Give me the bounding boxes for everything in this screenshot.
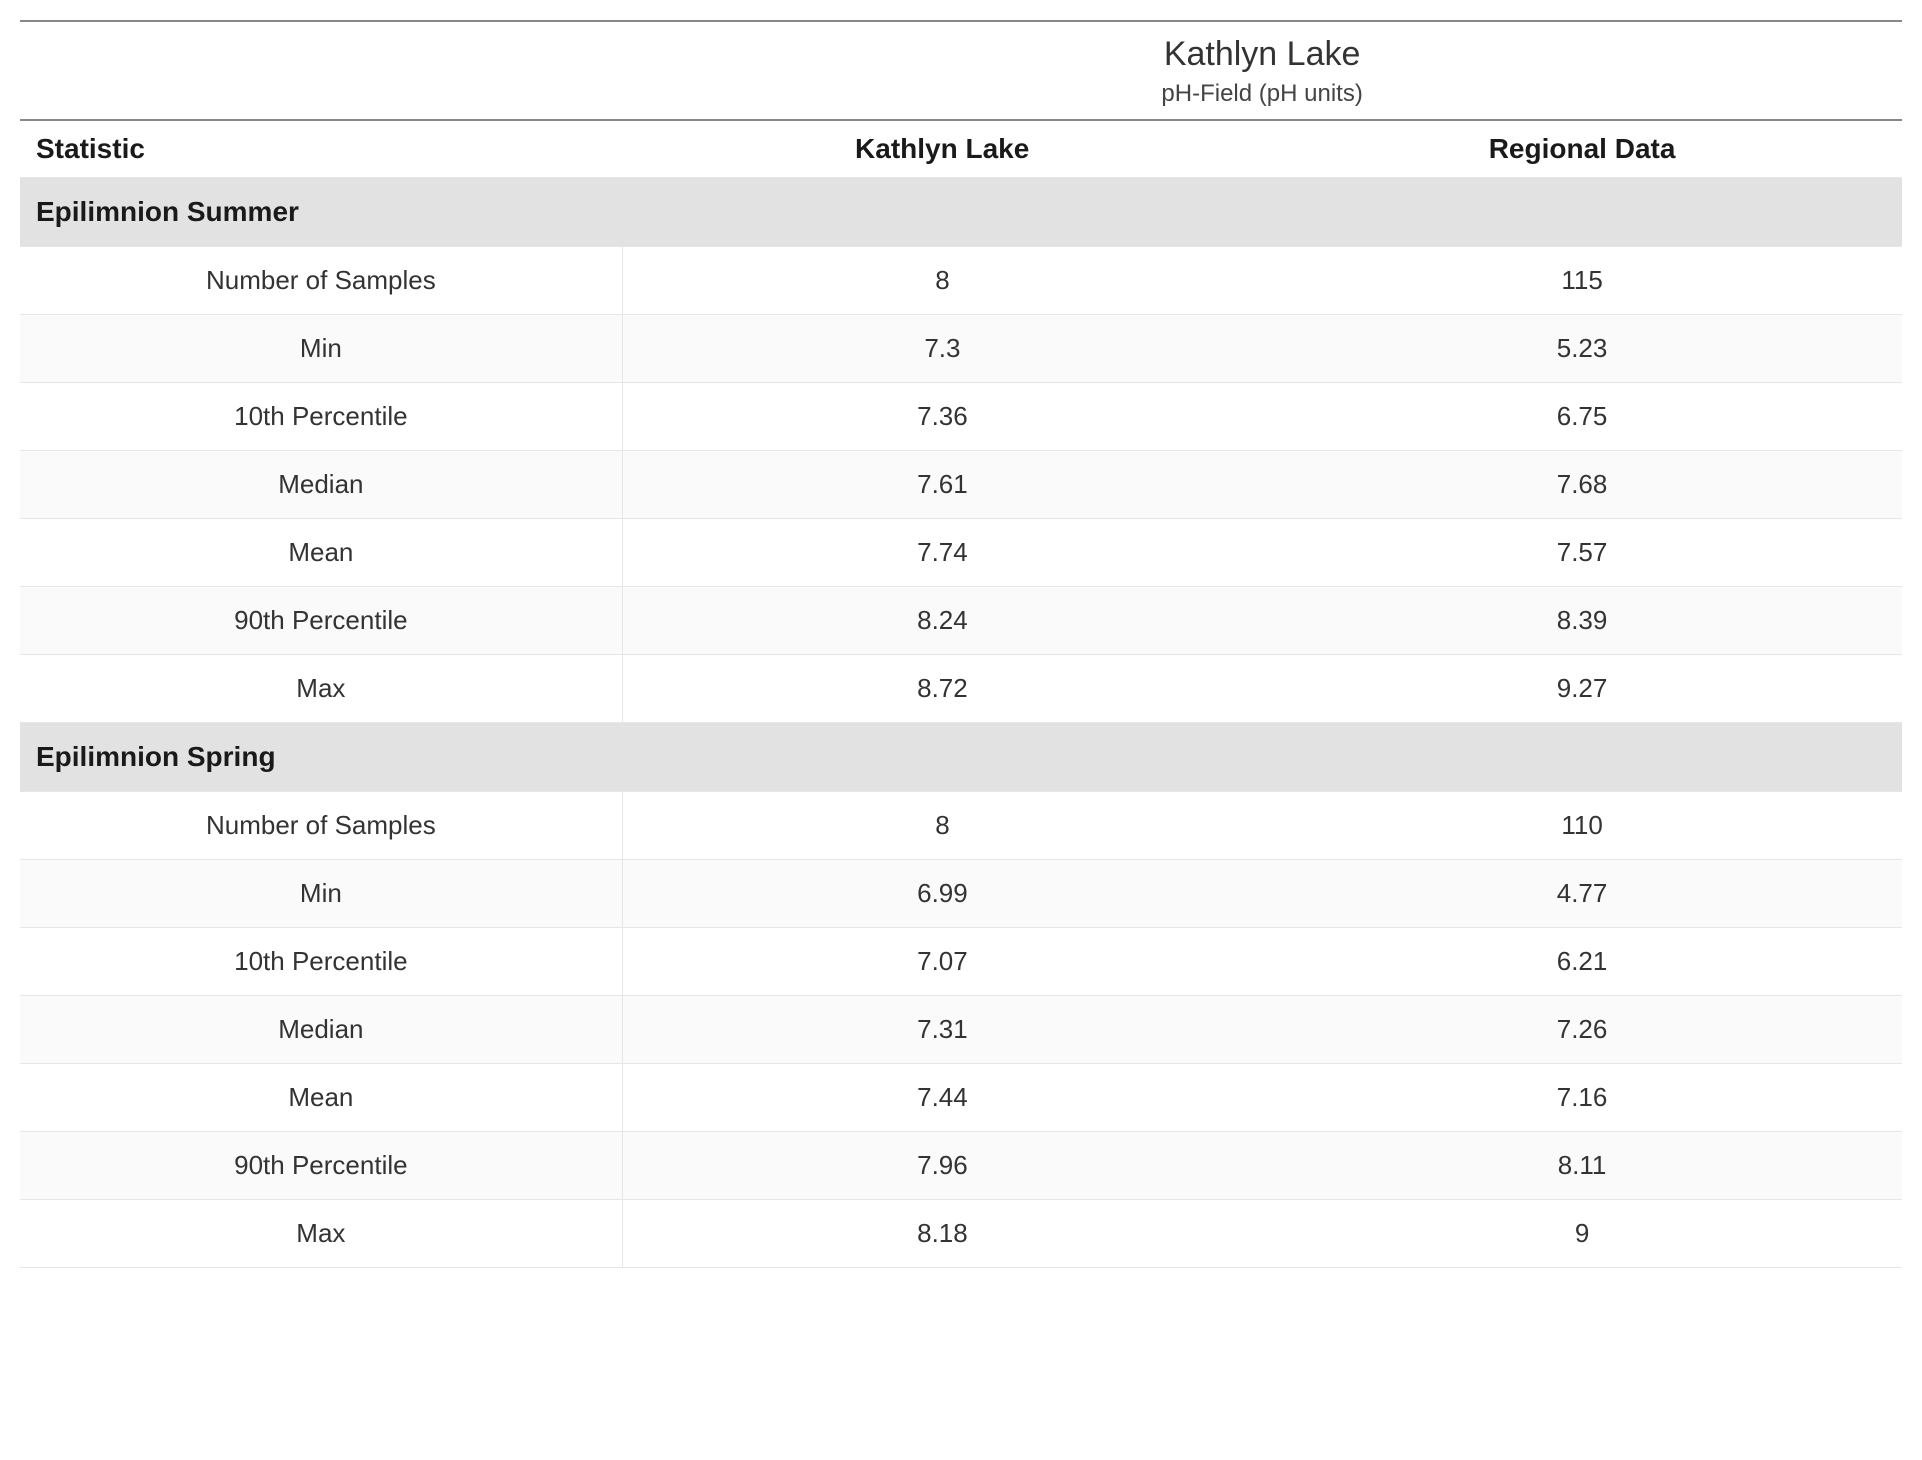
lake-value: 8.72 (622, 655, 1262, 723)
regional-value: 5.23 (1262, 315, 1902, 383)
table-row: Median7.317.26 (20, 996, 1902, 1064)
table-row: Mean7.747.57 (20, 519, 1902, 587)
col-header-lake: Kathlyn Lake (622, 120, 1262, 178)
stat-label: 90th Percentile (20, 1132, 622, 1200)
lake-value: 6.99 (622, 860, 1262, 928)
regional-value: 8.11 (1262, 1132, 1902, 1200)
col-header-regional: Regional Data (1262, 120, 1902, 178)
stat-label: Mean (20, 1064, 622, 1132)
stat-label: Max (20, 1200, 622, 1268)
table-row: 90th Percentile7.968.11 (20, 1132, 1902, 1200)
title-spacer (20, 22, 622, 76)
regional-value: 4.77 (1262, 860, 1902, 928)
table-row: Number of Samples8110 (20, 792, 1902, 860)
stat-label: Mean (20, 519, 622, 587)
table-row: Min6.994.77 (20, 860, 1902, 928)
regional-value: 115 (1262, 247, 1902, 315)
lake-value: 8 (622, 792, 1262, 860)
regional-value: 6.75 (1262, 383, 1902, 451)
stat-label: Median (20, 996, 622, 1064)
table-row: Min7.35.23 (20, 315, 1902, 383)
regional-value: 7.57 (1262, 519, 1902, 587)
regional-value: 7.16 (1262, 1064, 1902, 1132)
stat-label: 10th Percentile (20, 383, 622, 451)
stats-table: Kathlyn LakepH-Field (pH units)Statistic… (20, 20, 1902, 1268)
stat-label: Min (20, 860, 622, 928)
regional-value: 9.27 (1262, 655, 1902, 723)
regional-value: 8.39 (1262, 587, 1902, 655)
col-header-statistic: Statistic (20, 120, 622, 178)
table-row: 90th Percentile8.248.39 (20, 587, 1902, 655)
table-row: Max8.189 (20, 1200, 1902, 1268)
table-row: 10th Percentile7.076.21 (20, 928, 1902, 996)
lake-value: 7.3 (622, 315, 1262, 383)
table-row: Median7.617.68 (20, 451, 1902, 519)
regional-value: 9 (1262, 1200, 1902, 1268)
lake-title: Kathlyn Lake (622, 22, 1902, 76)
stat-label: 90th Percentile (20, 587, 622, 655)
regional-value: 110 (1262, 792, 1902, 860)
stat-label: 10th Percentile (20, 928, 622, 996)
stat-label: Number of Samples (20, 792, 622, 860)
table-row: Mean7.447.16 (20, 1064, 1902, 1132)
lake-value: 7.61 (622, 451, 1262, 519)
table-row: Max8.729.27 (20, 655, 1902, 723)
lake-value: 7.44 (622, 1064, 1262, 1132)
regional-value: 7.68 (1262, 451, 1902, 519)
stat-label: Median (20, 451, 622, 519)
regional-value: 6.21 (1262, 928, 1902, 996)
lake-value: 8.24 (622, 587, 1262, 655)
stat-label: Max (20, 655, 622, 723)
stat-label: Number of Samples (20, 247, 622, 315)
regional-value: 7.26 (1262, 996, 1902, 1064)
lake-value: 8 (622, 247, 1262, 315)
lake-value: 7.31 (622, 996, 1262, 1064)
stat-label: Min (20, 315, 622, 383)
table-row: 10th Percentile7.366.75 (20, 383, 1902, 451)
lake-value: 7.96 (622, 1132, 1262, 1200)
table-row: Number of Samples8115 (20, 247, 1902, 315)
parameter-subtitle: pH-Field (pH units) (622, 76, 1902, 120)
title-spacer (20, 76, 622, 120)
section-header: Epilimnion Spring (20, 723, 1902, 792)
section-header: Epilimnion Summer (20, 178, 1902, 247)
lake-value: 7.36 (622, 383, 1262, 451)
lake-value: 7.74 (622, 519, 1262, 587)
lake-value: 8.18 (622, 1200, 1262, 1268)
lake-value: 7.07 (622, 928, 1262, 996)
